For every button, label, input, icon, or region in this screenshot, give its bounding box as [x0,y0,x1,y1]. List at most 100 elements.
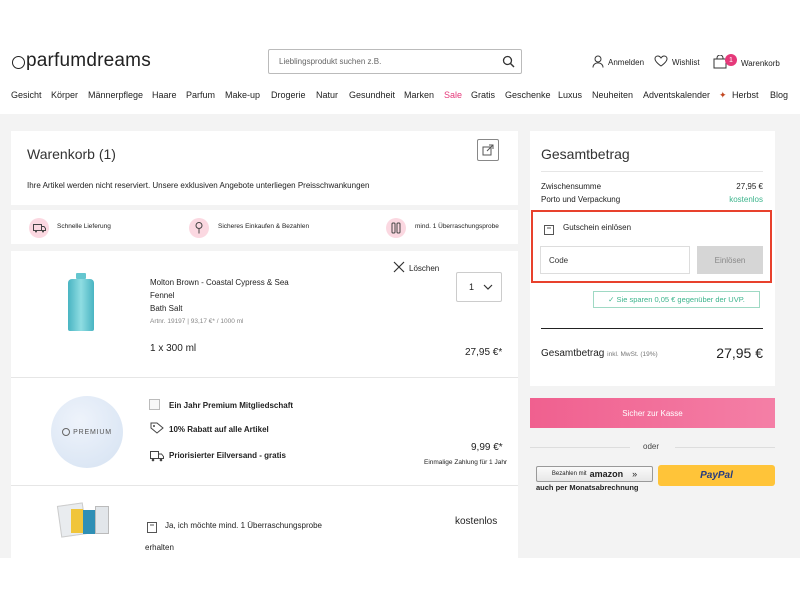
divider [11,485,518,486]
nav-item[interactable]: Neuheiten [592,90,633,100]
amazon-pay-label: Bezahlen mit [551,471,587,477]
voucher-label[interactable]: Gutschein einlösen [563,223,631,232]
chevron-down-icon [483,282,493,292]
feature-secure-shopping: Sicheres Einkaufen & Bezahlen [218,223,310,230]
cart-label: Warenkorb [741,58,780,68]
product-type: Bath Salt [150,304,183,313]
subtotal-label: Zwischensumme [541,182,602,191]
cart-header-panel: Warenkorb (1) Ihre Artikel werden nicht … [11,131,518,205]
voucher-section: Gutschein einlösen Code Einlösen [531,210,772,283]
divider [11,377,518,378]
product-image[interactable] [67,273,95,331]
feature-surprise-sample: mind. 1 Überraschungsprobe [415,223,499,230]
wishlist-link[interactable]: Wishlist [654,55,700,69]
close-icon [393,261,405,275]
nav-item[interactable]: Parfum [186,90,215,100]
or-divider-left [530,447,630,448]
truck-icon [29,218,49,238]
heart-icon [654,55,668,69]
premium-benefit-shipping: Priorisierter Eilversand - gratis [169,451,286,460]
total-divider [541,328,763,329]
checkout-button[interactable]: Sicher zur Kasse [530,398,775,428]
product-name-cont[interactable]: Fennel [150,289,289,302]
savings-tooltip: ✓ Sie sparen 0,05 € gegenüber der UVP. [593,291,760,308]
premium-checkbox[interactable] [149,399,160,410]
voucher-code-placeholder: Code [549,256,569,265]
user-icon [592,55,604,70]
premium-payment-note: Einmalige Zahlung für 1 Jahr [424,459,508,466]
cart-count-badge: 1 [725,54,737,66]
monthly-billing-note: auch per Monatsabrechnung [536,483,639,492]
sample-image [55,500,111,538]
shipping-value: kostenlos [729,195,763,204]
savings-text: ✓ Sie sparen 0,05 € gegenüber der UVP. [608,295,745,304]
total-tax-note: inkl. MwSt. (19%) [607,351,658,358]
maple-leaf-icon: ✦ [719,90,727,100]
login-label: Anmelden [608,58,645,67]
delivery-icon [150,449,164,467]
nav-item[interactable]: Drogerie [271,90,306,100]
sample-checkbox-icon[interactable] [147,520,157,538]
share-icon[interactable] [477,139,499,161]
summary-panel: Gesamtbetrag Zwischensumme 27,95 € Porto… [530,131,775,386]
total-value: 27,95 € [716,345,763,361]
nav-item[interactable]: Gesicht [11,90,42,100]
shipping-label: Porto und Verpackung [541,195,621,204]
nav-item[interactable]: Blog [770,90,788,100]
sample-price: kostenlos [455,516,498,527]
redeem-button[interactable]: Einlösen [697,246,763,274]
nav-item[interactable]: Geschenke [505,90,551,100]
header: parfumdreams Lieblingsprodukt suchen z.B… [0,0,800,114]
amazon-logo: amazon [589,469,624,479]
nav-item[interactable]: Haare [152,90,177,100]
product-artnr: Artnr. 19197 | 93,17 €* / 1000 ml [150,318,244,325]
cart-items-panel: Molton Brown - Coastal Cypress & Sea Fen… [11,251,518,561]
product-info: Molton Brown - Coastal Cypress & Sea Fen… [150,276,289,328]
paypal-button[interactable]: PayPal [658,465,775,486]
or-label: oder [643,442,660,451]
voucher-icon [544,222,554,240]
search-icon[interactable] [502,55,515,70]
lock-icon [189,218,209,238]
nav-item[interactable]: Marken [404,90,434,100]
nav-item[interactable]: Luxus [558,90,582,100]
sample-option-text: Ja, ich möchte mind. 1 Überraschungsprob… [165,521,322,530]
premium-title: Ein Jahr Premium Mitgliedschaft [169,401,294,410]
quantity-select[interactable]: 1 [456,272,502,302]
search-input[interactable]: Lieblingsprodukt suchen z.B. [268,49,522,74]
amazon-pay-button[interactable]: Bezahlen mit amazon » [536,466,653,482]
login-link[interactable]: Anmelden [592,55,644,70]
voucher-code-input[interactable]: Code [540,246,690,274]
product-name[interactable]: Molton Brown - Coastal Cypress & Sea [150,276,289,289]
summary-title: Gesamtbetrag [541,146,630,162]
premium-logo-icon [62,428,71,436]
logo[interactable]: parfumdreams [12,50,151,72]
feature-fast-delivery: Schnelle Lieferung [57,223,111,230]
nav-item[interactable]: Männerpflege [88,90,143,100]
total-label-wrap: Gesamtbetrag inkl. MwSt. (19%) [541,348,658,359]
nav-item[interactable]: Gratis [471,90,495,100]
nav-item[interactable]: Make-up [225,90,260,100]
or-divider-right [675,447,775,448]
quantity-value: 1 [469,282,475,292]
premium-badge: PREMIUM [51,396,123,468]
premium-benefit-discount: 10% Rabatt auf alle Artikel [169,425,269,434]
reservation-notice: Ihre Artikel werden nicht reserviert. Un… [27,181,370,190]
nav-item[interactable]: Körper [51,90,78,100]
nav-item[interactable]: Adventskalender [643,90,710,100]
nav-item[interactable]: Herbst [732,90,759,100]
nav-item[interactable]: Gesundheit [349,90,395,100]
logo-text: parfumdreams [26,50,151,71]
search-placeholder: Lieblingsprodukt suchen z.B. [279,57,382,66]
nav-item-sale[interactable]: Sale [444,90,462,100]
sample-vial-icon [386,218,406,238]
product-size: 1 x 300 ml [150,343,197,354]
nav-item[interactable]: Natur [316,90,338,100]
features-strip: Schnelle Lieferung Sicheres Einkaufen & … [11,210,518,244]
delete-label: Löschen [409,263,440,273]
cart-link[interactable]: 1 Warenkorb [713,54,780,71]
delete-button[interactable]: Löschen [393,261,439,275]
divider [541,171,763,172]
premium-price: 9,99 €* [471,442,503,453]
total-label: Gesamtbetrag [541,348,605,359]
